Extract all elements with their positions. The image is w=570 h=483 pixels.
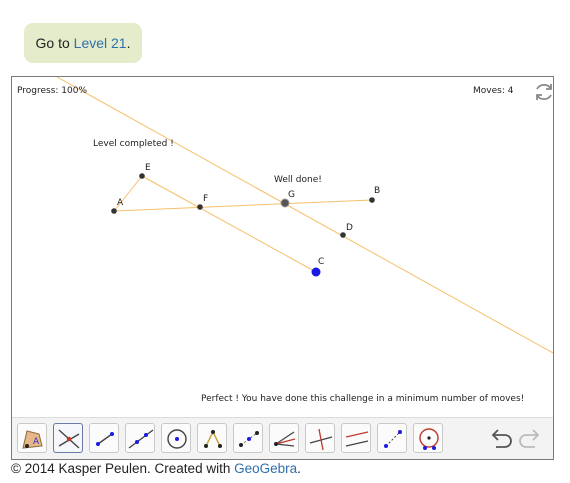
moves-label: Moves: 4 <box>473 86 514 96</box>
angle-bisector-icon <box>274 431 296 447</box>
midpoint-tool-button[interactable] <box>233 423 263 453</box>
graphics-view[interactable]: Progress: 100% Moves: 4 Level completed … <box>12 77 553 417</box>
line-icon <box>128 429 154 449</box>
well-done-text: Well done! <box>274 175 322 185</box>
point-g[interactable] <box>280 198 290 208</box>
angle-bisector-tool-button[interactable] <box>269 423 299 453</box>
angle-tool-button[interactable] <box>197 423 227 453</box>
point-a[interactable] <box>111 208 117 214</box>
point-c[interactable] <box>311 267 321 277</box>
level-completed-text: Level completed ! <box>93 139 174 149</box>
perpendicular-bisector-tool-button[interactable] <box>377 423 407 453</box>
construction-svg[interactable] <box>12 77 553 417</box>
point-d-label: D <box>346 223 353 233</box>
construction-line[interactable] <box>56 77 553 354</box>
geogebra-applet: Progress: 100% Moves: 4 Level completed … <box>11 76 554 460</box>
progress-label: Progress: 100% <box>17 86 88 96</box>
svg-text:A: A <box>33 437 40 447</box>
point-b[interactable] <box>369 197 375 203</box>
parallel-tool-button[interactable] <box>341 423 371 453</box>
move-tool-button[interactable]: A <box>17 423 47 453</box>
perpendicular-bisector-icon <box>384 430 402 448</box>
angle-icon <box>204 430 222 448</box>
perpendicular-tool-button[interactable] <box>305 423 335 453</box>
point-e-label: E <box>145 163 151 173</box>
point-a-label: A <box>117 198 124 208</box>
circle-icon <box>167 429 187 449</box>
segment-a-b[interactable] <box>113 199 373 212</box>
circle-tool-button[interactable] <box>161 423 191 453</box>
point-e[interactable] <box>139 173 145 179</box>
go-to-level-callout: Go to Level 21. <box>24 23 142 63</box>
point-b-label: B <box>374 186 381 196</box>
undo-icon[interactable] <box>487 427 513 449</box>
compass-icon <box>419 428 439 450</box>
footer-suffix: . <box>297 461 301 476</box>
point-f-label: F <box>203 194 209 204</box>
point-f[interactable] <box>197 204 203 210</box>
toolbar: A <box>12 417 553 459</box>
go-to-suffix: . <box>126 35 131 51</box>
line-tool-button[interactable] <box>125 423 155 453</box>
refresh-icon[interactable] <box>532 80 553 104</box>
point-c-label: C <box>318 257 325 267</box>
midpoint-icon <box>239 431 259 447</box>
perpendicular-icon <box>309 428 333 451</box>
footer-text: © 2014 Kasper Peulen. Created with <box>11 461 235 476</box>
move-tool-icon: A <box>22 430 43 449</box>
intersect-tool-button[interactable] <box>53 423 83 453</box>
geogebra-link[interactable]: GeoGebra <box>234 461 297 476</box>
perfect-message: Perfect ! You have done this challenge i… <box>201 394 525 404</box>
go-to-prefix: Go to <box>35 35 70 51</box>
intersect-icon <box>58 429 80 449</box>
point-d[interactable] <box>340 232 346 238</box>
point-g-label: G <box>288 190 295 200</box>
redo-icon[interactable] <box>518 427 544 449</box>
compass-tool-button[interactable] <box>413 423 443 453</box>
level-link[interactable]: Level 21 <box>74 35 127 51</box>
segment-tool-button[interactable] <box>89 423 119 453</box>
segment-icon <box>96 432 114 446</box>
footer: © 2014 Kasper Peulen. Created with GeoGe… <box>11 461 301 476</box>
parallel-icon <box>345 431 369 447</box>
